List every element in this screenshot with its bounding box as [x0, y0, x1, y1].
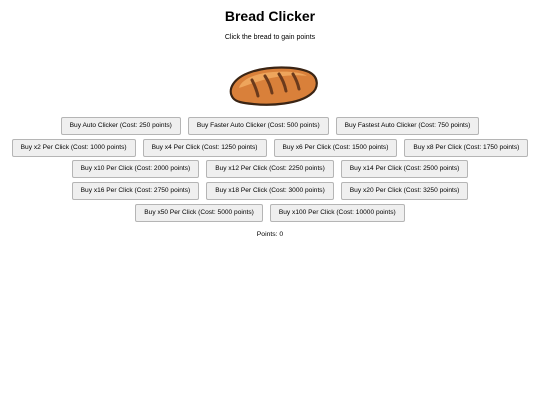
page-subtitle: Click the bread to gain points — [224, 34, 316, 41]
buy-x10-per-click-button[interactable]: Buy x10 Per Click (Cost: 2000 points) — [71, 160, 200, 178]
upgrade-row-multipliers-3: Buy x16 Per Click (Cost: 2750 points) Bu… — [0, 182, 540, 200]
upgrade-row-auto-clickers: Buy Auto Clicker (Cost: 250 points) Buy … — [0, 117, 540, 135]
buy-x16-per-click-button[interactable]: Buy x16 Per Click (Cost: 2750 points) — [71, 182, 200, 200]
buy-x100-per-click-button[interactable]: Buy x100 Per Click (Cost: 10000 points) — [269, 204, 405, 222]
buy-x2-per-click-button[interactable]: Buy x2 Per Click (Cost: 1000 points) — [11, 139, 136, 157]
buy-fastest-auto-clicker-button[interactable]: Buy Fastest Auto Clicker (Cost: 750 poin… — [335, 117, 480, 135]
buy-x12-per-click-button[interactable]: Buy x12 Per Click (Cost: 2250 points) — [206, 160, 334, 178]
buy-faster-auto-clicker-button[interactable]: Buy Faster Auto Clicker (Cost: 500 point… — [187, 117, 329, 135]
buy-x50-per-click-button[interactable]: Buy x50 Per Click (Cost: 5000 points) — [135, 204, 263, 222]
bread-loaf-icon[interactable] — [225, 64, 319, 108]
page-title: Bread Clicker — [224, 8, 316, 24]
buy-x14-per-click-button[interactable]: Buy x14 Per Click (Cost: 2500 points) — [340, 160, 469, 178]
buy-x18-per-click-button[interactable]: Buy x18 Per Click (Cost: 3000 points) — [206, 182, 334, 200]
bread-clicker-page: Bread Clicker Click the bread to gain po… — [0, 0, 540, 405]
upgrade-row-multipliers-1: Buy x2 Per Click (Cost: 1000 points) Buy… — [0, 139, 540, 157]
buy-x4-per-click-button[interactable]: Buy x4 Per Click (Cost: 1250 points) — [142, 139, 267, 157]
buy-x8-per-click-button[interactable]: Buy x8 Per Click (Cost: 1750 points) — [404, 139, 529, 157]
buy-auto-clicker-button[interactable]: Buy Auto Clicker (Cost: 250 points) — [60, 117, 181, 135]
upgrade-row-multipliers-4: Buy x50 Per Click (Cost: 5000 points) Bu… — [0, 204, 540, 222]
buy-x20-per-click-button[interactable]: Buy x20 Per Click (Cost: 3250 points) — [340, 182, 469, 200]
points-counter: Points: 0 — [256, 231, 284, 238]
bread-button[interactable] — [225, 64, 319, 108]
buy-x6-per-click-button[interactable]: Buy x6 Per Click (Cost: 1500 points) — [273, 139, 398, 157]
upgrade-row-multipliers-2: Buy x10 Per Click (Cost: 2000 points) Bu… — [0, 160, 540, 178]
